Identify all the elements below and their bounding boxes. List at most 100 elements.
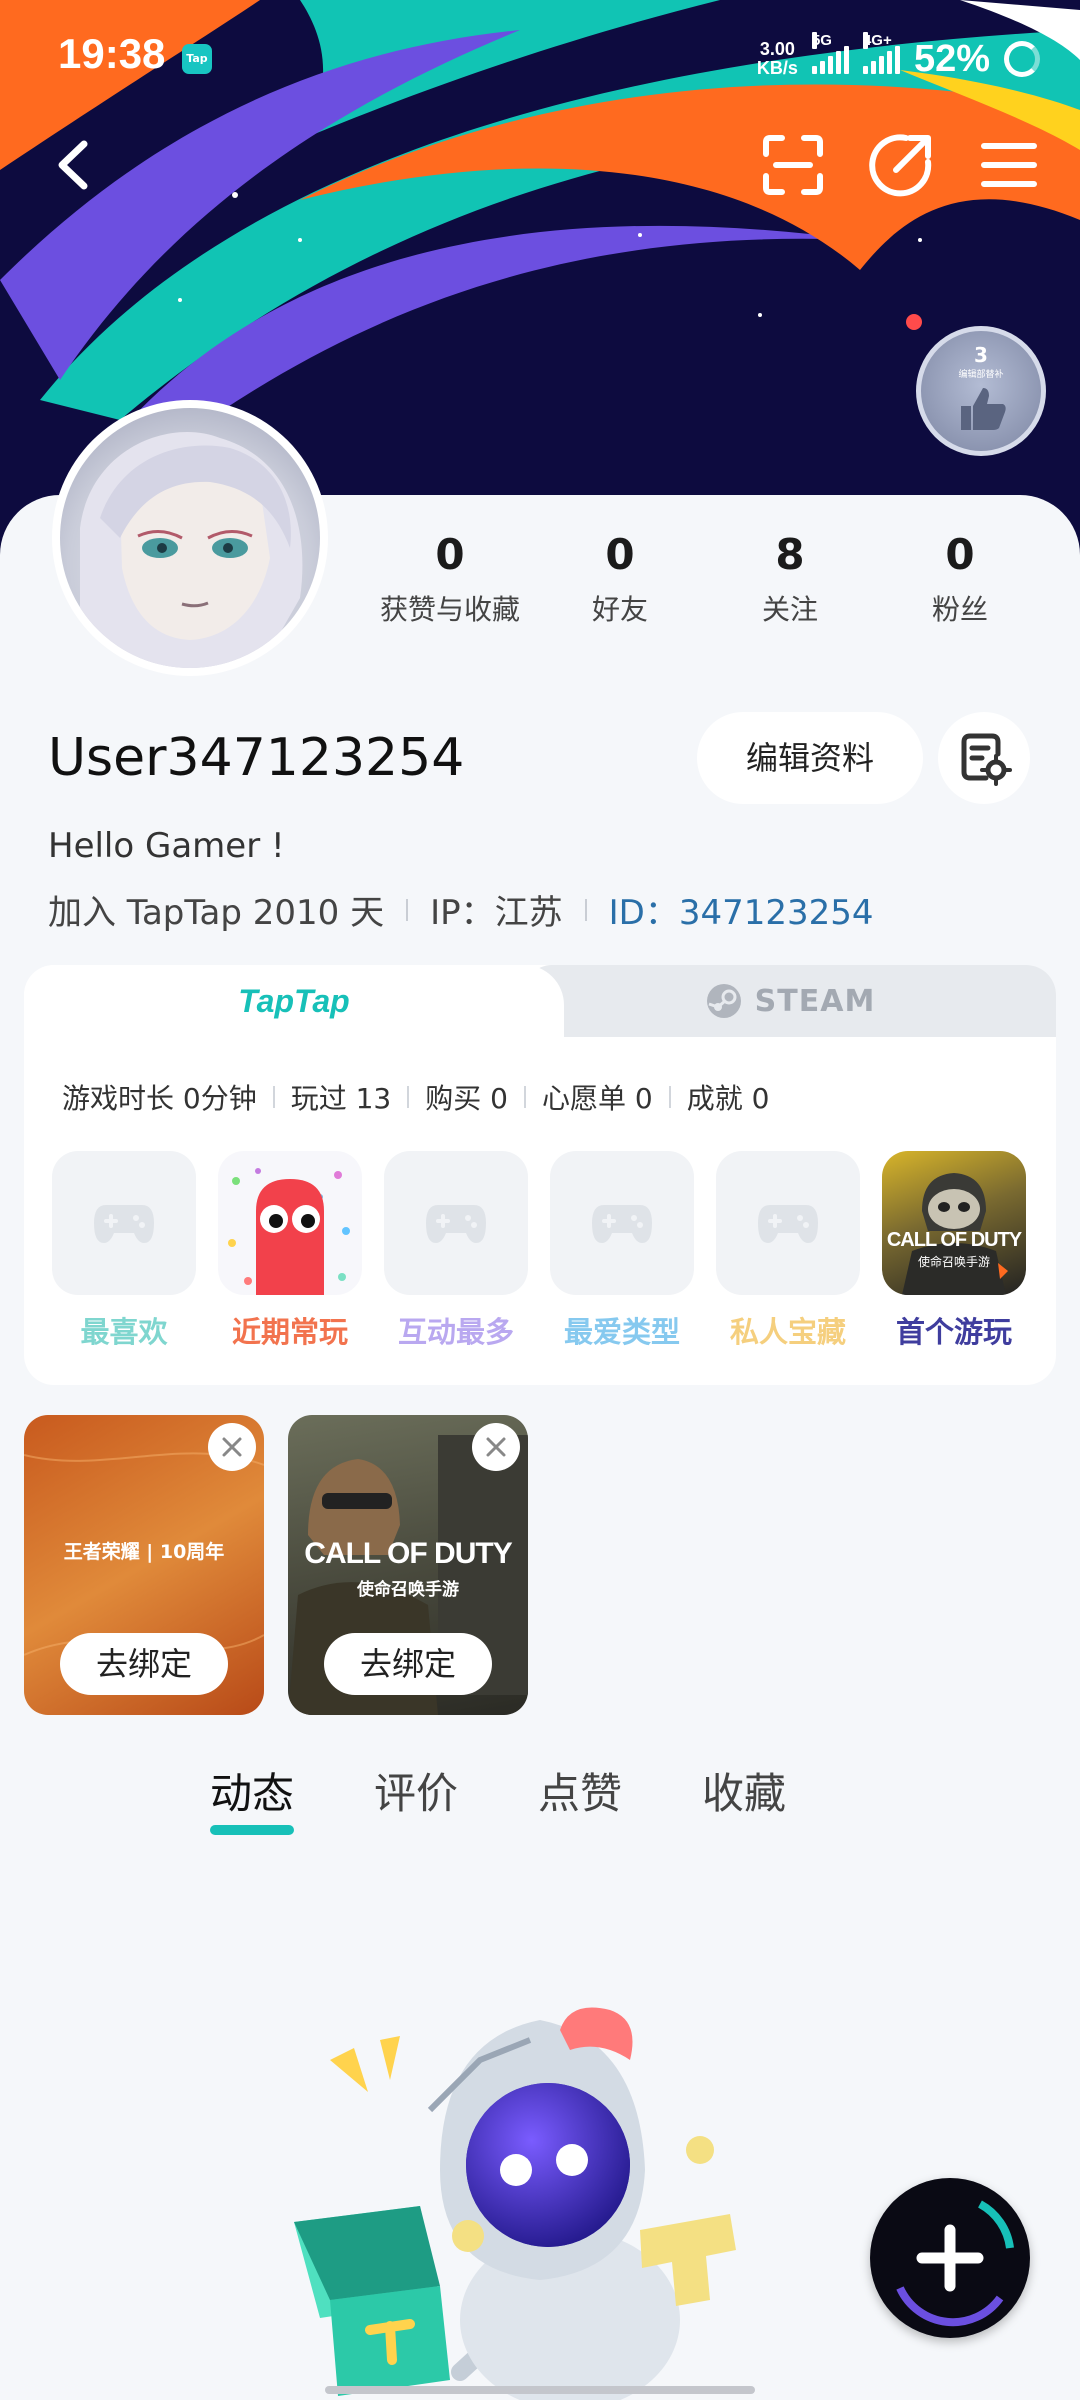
stat-achievements[interactable]: 成就 0: [687, 1077, 770, 1117]
ip-location: IP：江苏: [430, 893, 563, 933]
profile-settings-button[interactable]: [938, 712, 1030, 804]
tile-treasure[interactable]: 私人宝藏: [716, 1151, 860, 1351]
tile-interact[interactable]: 互动最多: [384, 1151, 528, 1351]
tab-steam[interactable]: STEAM: [524, 965, 1056, 1037]
scan-icon: [763, 135, 823, 195]
tab-reviews[interactable]: 评价: [374, 1760, 458, 1821]
tab-taptap[interactable]: TapTap: [24, 965, 564, 1037]
stat-likes-value: 0: [435, 530, 465, 579]
back-button[interactable]: [40, 130, 110, 200]
battery-percentage: 52%: [913, 37, 990, 80]
taptap-notification-icon: Tap: [182, 44, 212, 74]
scan-button[interactable]: [758, 130, 828, 200]
tile-recent-label: 近期常玩: [231, 1315, 348, 1349]
game-stats-row: 游戏时长 0分钟 玩过 13 购买 0 心愿单 0 成就 0: [62, 1077, 769, 1117]
back-arrow-icon: [58, 140, 88, 190]
tile-first-played[interactable]: CALL OF DUTY 使命召唤手游 首个游玩: [882, 1151, 1026, 1351]
document-settings-icon: [961, 733, 1012, 786]
codm-logo-text: CALL OF DUTY: [886, 1229, 1022, 1251]
stats-divider: [407, 1086, 410, 1108]
tile-genre[interactable]: 最爱类型: [550, 1151, 694, 1351]
profile-meta: 加入 TapTap 2010 天 IP：江苏 ID：347123254: [48, 885, 874, 934]
close-bind-card-button[interactable]: [472, 1423, 520, 1471]
tile-favorite[interactable]: 最喜欢: [52, 1151, 196, 1351]
edit-profile-button[interactable]: 编辑资料: [697, 712, 923, 804]
network-speed-unit: KB/s: [756, 58, 798, 78]
share-button[interactable]: [866, 130, 936, 200]
meta-divider: [584, 898, 587, 921]
tile-interact-label: 互动最多: [397, 1315, 514, 1349]
stat-friends-value: 0: [605, 530, 635, 579]
gamepad-icon: [94, 1205, 154, 1243]
stat-following-value: 8: [775, 530, 805, 579]
tile-favorite-label: 最喜欢: [80, 1315, 168, 1349]
tab-favorites[interactable]: 收藏: [702, 1760, 786, 1821]
game-tiles: 最喜欢 近期常玩 互动最多 最爱类型 私人宝藏 CALL OF DUTY 使命召…: [52, 1151, 1026, 1351]
avatar-image: [60, 408, 320, 668]
close-bind-card-button[interactable]: [208, 1423, 256, 1471]
stat-wishlist[interactable]: 心愿单 0: [542, 1077, 653, 1117]
honor-of-kings-logo: 王者荣耀 | 10周年: [63, 1541, 225, 1563]
stat-followers-label: 粉丝: [931, 593, 988, 626]
bind-card-codm[interactable]: CALL OF DUTY 使命召唤手游 去绑定: [288, 1415, 528, 1715]
stat-playtime[interactable]: 游戏时长 0分钟: [62, 1077, 257, 1117]
gamepad-icon: [426, 1205, 486, 1243]
medal-badge[interactable]: 3 编辑部替补: [916, 326, 1046, 456]
bind-card-honor-of-kings[interactable]: 王者荣耀 | 10周年 去绑定: [24, 1415, 264, 1715]
stat-followers[interactable]: 0 粉丝: [875, 530, 1045, 628]
status-indicators: 3.00 KB/s 5G 4G+ 52%: [757, 32, 1040, 84]
meta-divider: [406, 898, 409, 921]
tab-steam-label: STEAM: [754, 983, 876, 1019]
bind-button[interactable]: 去绑定: [324, 1633, 492, 1695]
thumbs-up-icon: [961, 388, 1006, 430]
tile-recent[interactable]: 近期常玩: [218, 1151, 362, 1351]
tile-treasure-image: [716, 1151, 860, 1295]
tab-activity[interactable]: 动态: [210, 1760, 295, 1835]
profile-stats: 0 获赞与收藏 0 好友 8 关注 0 粉丝: [365, 530, 1045, 628]
avatar[interactable]: [52, 400, 328, 676]
tab-taptap-label: TapTap: [238, 982, 350, 1019]
stat-following[interactable]: 8 关注: [705, 530, 875, 628]
status-bar: 19:38 Tap 3.00 KB/s 5G 4G+ 52%: [0, 0, 1080, 120]
signal-5g-icon: 5G: [811, 32, 849, 74]
signal-5g-label: 5G: [811, 32, 832, 49]
empty-state-mascot-illustration: [294, 2007, 736, 2400]
tile-first-played-image: CALL OF DUTY 使命召唤手游: [882, 1151, 1026, 1295]
game-record-card: STEAM TapTap 游戏时长 0分钟 玩过 13 购买 0 心愿单 0 成…: [24, 965, 1056, 1385]
stat-friends-label: 好友: [591, 593, 648, 626]
gamepad-icon: [592, 1205, 652, 1243]
tile-genre-label: 最爱类型: [563, 1315, 680, 1349]
stat-played[interactable]: 玩过 13: [291, 1077, 392, 1117]
signal-4g-icon: 4G+: [862, 32, 900, 74]
menu-icon: [981, 143, 1037, 187]
medal-caption: 编辑部替补: [958, 370, 1004, 380]
tab-likes[interactable]: 点赞: [538, 1760, 622, 1821]
create-post-button[interactable]: [870, 2178, 1030, 2338]
codm-logo-sub: 使命召唤手游: [917, 1255, 990, 1269]
codm-card-logo: CALL OF DUTY: [304, 1537, 512, 1570]
status-time: 19:38: [58, 30, 166, 77]
menu-button[interactable]: [974, 130, 1044, 200]
tile-interact-image: [384, 1151, 528, 1295]
stat-purchased[interactable]: 购买 0: [425, 1077, 508, 1117]
network-speed: 3.00 KB/s: [757, 40, 798, 78]
bind-button[interactable]: 去绑定: [60, 1633, 228, 1695]
gamepad-icon: [758, 1205, 818, 1243]
red-ghost-game-icon: [228, 1168, 350, 1295]
platform-tabs: STEAM TapTap: [24, 965, 1056, 1037]
plus-icon: [896, 2200, 1014, 2327]
tile-recent-image: [218, 1151, 362, 1295]
username: User347123254: [48, 728, 465, 788]
medal-count: 3: [974, 343, 988, 367]
close-icon: [486, 1437, 506, 1457]
stat-following-label: 关注: [761, 593, 818, 626]
stat-followers-value: 0: [945, 530, 975, 579]
bio-text: Hello Gamer !: [48, 826, 285, 866]
home-indicator[interactable]: [325, 2386, 755, 2394]
stat-friends[interactable]: 0 好友: [535, 530, 705, 628]
user-id[interactable]: ID：347123254: [609, 885, 874, 934]
close-icon: [222, 1437, 242, 1457]
stats-divider: [272, 1086, 275, 1108]
tile-first-played-label: 首个游玩: [895, 1315, 1012, 1349]
stat-likes[interactable]: 0 获赞与收藏: [365, 530, 535, 628]
